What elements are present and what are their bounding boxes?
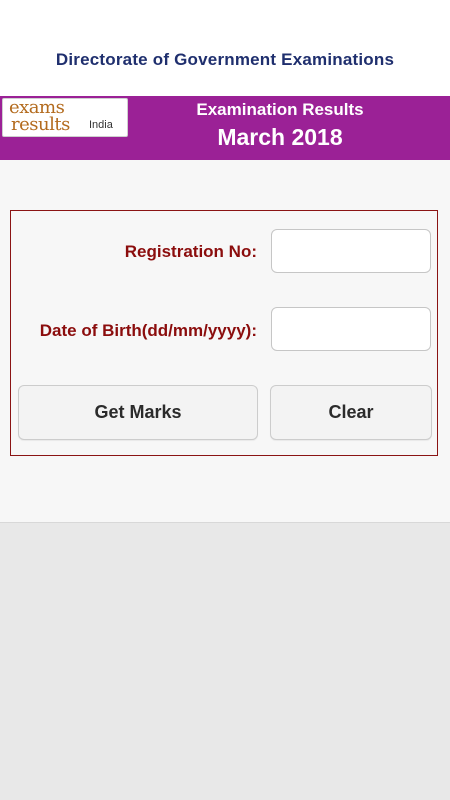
logo-text-india: India <box>89 119 113 131</box>
org-title: Directorate of Government Examinations <box>55 50 395 69</box>
app-screen: Directorate of Government Examinations e… <box>0 0 450 800</box>
registration-label: Registration No: <box>124 242 257 261</box>
exams-results-india-logo: exams results India <box>2 97 128 137</box>
page-content: Directorate of Government Examinations e… <box>0 0 450 523</box>
logo-text-results: results <box>11 114 70 135</box>
clear-button[interactable]: Clear <box>270 385 432 440</box>
results-banner: exams results India Examination Results … <box>0 96 450 160</box>
registration-input[interactable] <box>271 229 431 273</box>
dob-input[interactable] <box>271 307 431 351</box>
banner-title: Examination Results <box>196 100 364 119</box>
banner-subtitle: March 2018 <box>217 124 343 150</box>
dob-label: Date of Birth(dd/mm/yyyy): <box>39 321 257 340</box>
results-form: Registration No: Date of Birth(dd/mm/yyy… <box>10 210 438 456</box>
top-bar: Directorate of Government Examinations <box>0 0 450 96</box>
get-marks-button[interactable]: Get Marks <box>18 385 258 440</box>
